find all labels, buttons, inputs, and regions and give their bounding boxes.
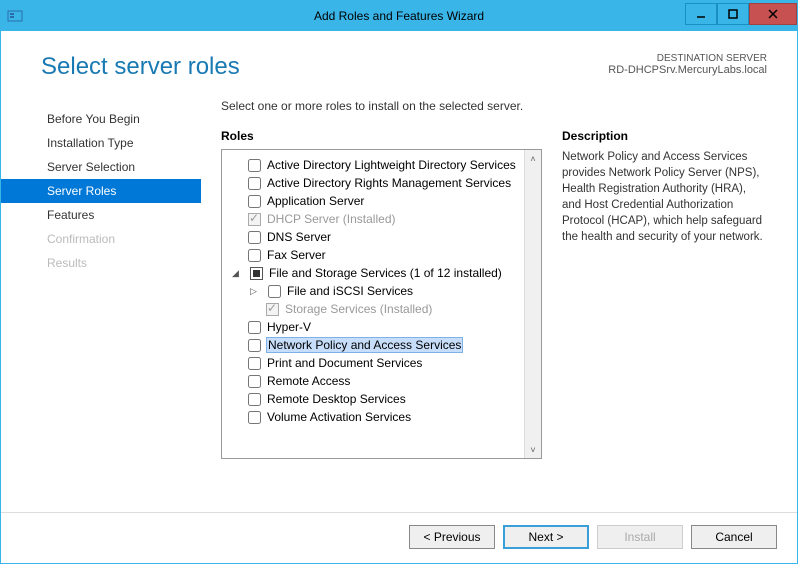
step-results: Results [1, 251, 201, 275]
role-item[interactable]: ▷File and iSCSI Services [222, 282, 541, 300]
step-features[interactable]: Features [1, 203, 201, 227]
description-label: Description [562, 129, 767, 143]
role-checkbox[interactable] [248, 159, 261, 172]
role-item[interactable]: DNS Server [222, 228, 541, 246]
role-checkbox[interactable] [248, 393, 261, 406]
role-checkbox[interactable] [248, 249, 261, 262]
wizard-steps-sidebar: Before You Begin Installation Type Serve… [1, 89, 201, 512]
install-button: Install [597, 525, 683, 549]
close-button[interactable] [749, 3, 797, 25]
scroll-up-icon[interactable]: ˄ [525, 150, 541, 167]
role-checkbox [248, 213, 261, 226]
role-checkbox[interactable] [248, 357, 261, 370]
step-server-selection[interactable]: Server Selection [1, 155, 201, 179]
titlebar[interactable]: Add Roles and Features Wizard [1, 1, 797, 31]
role-checkbox[interactable] [248, 231, 261, 244]
role-checkbox[interactable] [248, 375, 261, 388]
role-item: Storage Services (Installed) [222, 300, 541, 318]
role-item[interactable]: Active Directory Rights Management Servi… [222, 174, 541, 192]
minimize-button[interactable] [685, 3, 717, 25]
cancel-button[interactable]: Cancel [691, 525, 777, 549]
next-button[interactable]: Next > [503, 525, 589, 549]
step-confirmation: Confirmation [1, 227, 201, 251]
role-item[interactable]: ◢File and Storage Services (1 of 12 inst… [222, 264, 541, 282]
roles-scrollbar[interactable]: ˄ ˅ [524, 150, 541, 458]
role-item[interactable]: Active Directory Lightweight Directory S… [222, 156, 541, 174]
role-checkbox[interactable] [248, 411, 261, 424]
step-before-you-begin[interactable]: Before You Begin [1, 107, 201, 131]
window-title: Add Roles and Features Wizard [314, 9, 484, 23]
app-icon [7, 8, 23, 24]
roles-listbox[interactable]: Active Directory Lightweight Directory S… [221, 149, 542, 459]
scroll-down-icon[interactable]: ˅ [525, 441, 541, 458]
role-item-selected[interactable]: Network Policy and Access Services [222, 336, 541, 354]
role-checkbox-partial[interactable] [250, 267, 263, 280]
maximize-button[interactable] [717, 3, 749, 25]
role-item[interactable]: Remote Access [222, 372, 541, 390]
role-checkbox[interactable] [248, 339, 261, 352]
previous-button[interactable]: < Previous [409, 525, 495, 549]
role-item[interactable]: Fax Server [222, 246, 541, 264]
role-item[interactable]: Volume Activation Services [222, 408, 541, 426]
page-title: Select server roles [41, 53, 608, 81]
collapse-icon[interactable]: ◢ [232, 268, 242, 279]
role-item[interactable]: Application Server [222, 192, 541, 210]
role-item[interactable]: Hyper-V [222, 318, 541, 336]
role-item: DHCP Server (Installed) [222, 210, 541, 228]
role-checkbox[interactable] [248, 321, 261, 334]
role-checkbox[interactable] [248, 177, 261, 190]
role-checkbox[interactable] [248, 195, 261, 208]
role-checkbox[interactable] [268, 285, 281, 298]
role-item[interactable]: Remote Desktop Services [222, 390, 541, 408]
roles-label: Roles [221, 129, 542, 143]
role-item[interactable]: Print and Document Services [222, 354, 541, 372]
expand-icon[interactable]: ▷ [250, 286, 260, 297]
description-text: Network Policy and Access Services provi… [562, 149, 767, 246]
destination-server: DESTINATION SERVER RD-DHCPSrv.MercuryLab… [608, 53, 767, 81]
step-installation-type[interactable]: Installation Type [1, 131, 201, 155]
role-checkbox [266, 303, 279, 316]
wizard-footer: < Previous Next > Install Cancel [1, 512, 797, 563]
instruction-text: Select one or more roles to install on t… [221, 99, 767, 113]
step-server-roles[interactable]: Server Roles [1, 179, 201, 203]
